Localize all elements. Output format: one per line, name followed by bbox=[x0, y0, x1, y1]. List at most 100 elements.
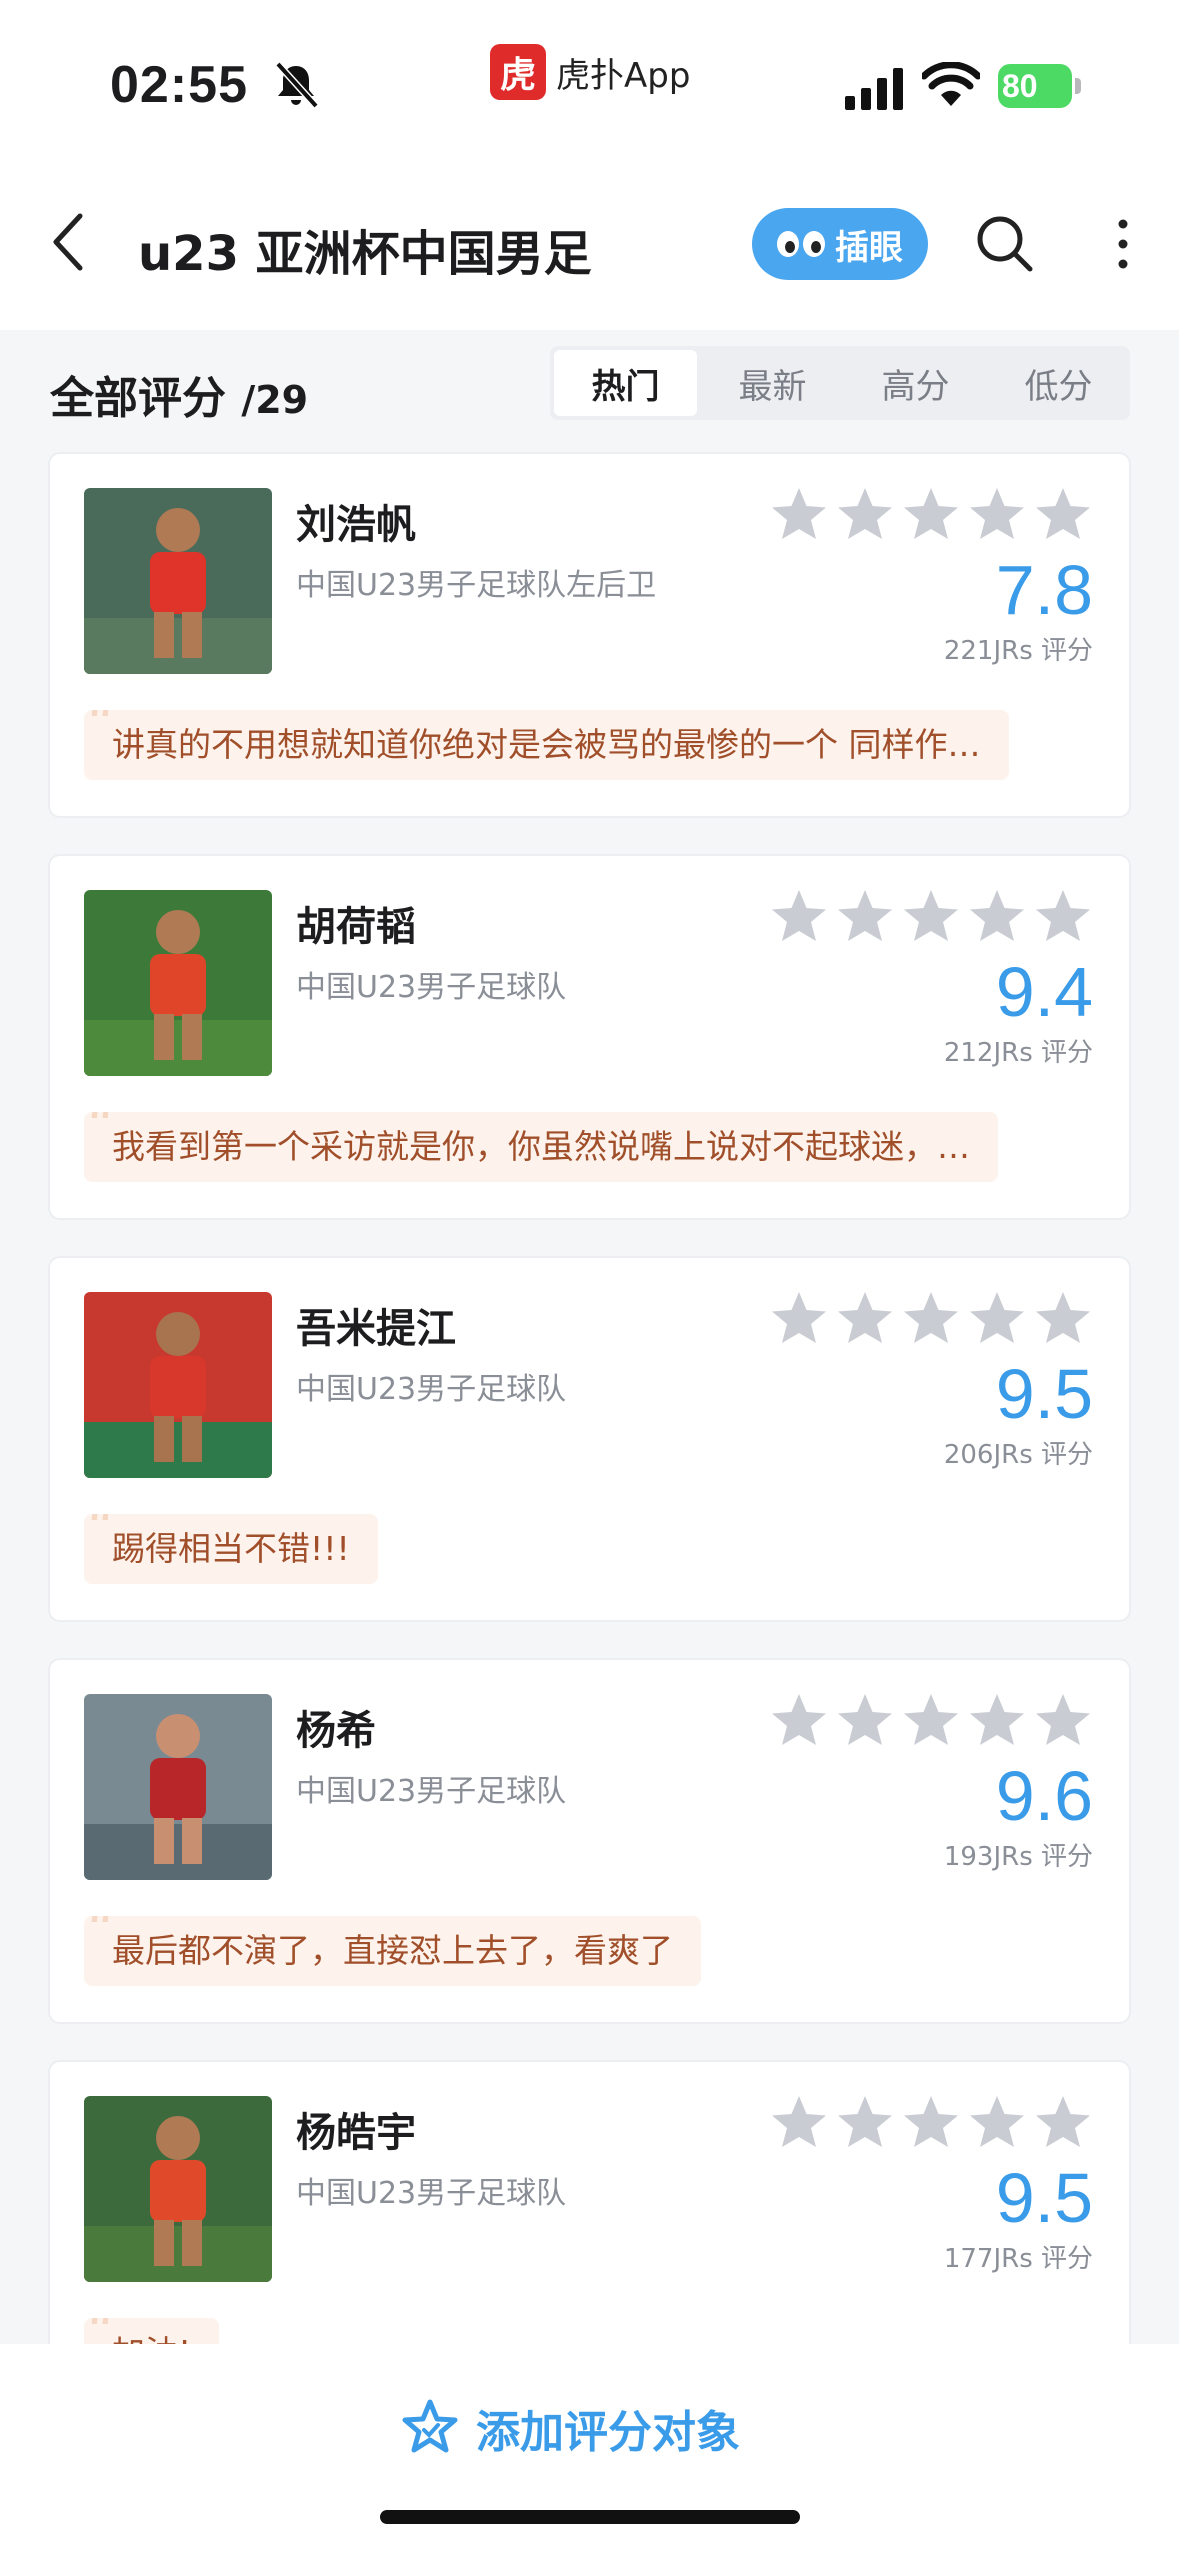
top-comment[interactable]: “ 讲真的不用想就知道你绝对是会被骂的最惨的一个 同样作… bbox=[84, 710, 1009, 780]
player-team: 中国U23男子足球队 bbox=[296, 1372, 567, 1407]
peek-button[interactable]: 插眼 bbox=[752, 208, 928, 280]
player-team: 中国U23男子足球队 bbox=[296, 970, 567, 1005]
star-icon[interactable] bbox=[1034, 2094, 1092, 2150]
star-icon[interactable] bbox=[902, 888, 960, 944]
tab-latest[interactable]: 最新 bbox=[701, 346, 844, 420]
star-rating[interactable] bbox=[770, 486, 1092, 542]
player-team: 中国U23男子足球队左后卫 bbox=[296, 568, 657, 603]
star-icon[interactable] bbox=[770, 888, 828, 944]
add-rating-object-button[interactable]: 添加评分对象 bbox=[400, 2388, 740, 2468]
player-avatar bbox=[84, 890, 272, 1076]
ratings-header: 全部评分 /29 热门 最新 高分 低分 bbox=[0, 330, 1179, 440]
vote-count: 212JRs 评分 bbox=[943, 1038, 1093, 1068]
player-name: 胡荷韬 bbox=[296, 904, 416, 950]
all-ratings-label: 全部评分 bbox=[50, 373, 226, 424]
player-score: 9.4 bbox=[995, 953, 1093, 1031]
star-icon[interactable] bbox=[1034, 1290, 1092, 1346]
star-icon[interactable] bbox=[902, 486, 960, 542]
tab-high-score[interactable]: 高分 bbox=[844, 346, 987, 420]
clock: 02:55 bbox=[110, 56, 248, 114]
star-icon[interactable] bbox=[902, 1290, 960, 1346]
quote-icon: “ bbox=[86, 1514, 115, 1562]
sort-tabs: 热门 最新 高分 低分 bbox=[550, 346, 1130, 420]
top-comment[interactable]: “ 最后都不演了，直接怼上去了，看爽了 bbox=[84, 1916, 701, 1986]
player-avatar bbox=[84, 2096, 272, 2282]
more-options-icon[interactable] bbox=[1108, 216, 1138, 272]
top-comment-text: 讲真的不用想就知道你绝对是会被骂的最惨的一个 同样作… bbox=[112, 725, 981, 764]
nav-bar: u23 亚洲杯中国男足 插眼 bbox=[0, 150, 1179, 330]
player-card[interactable]: 杨希 中国U23男子足球队 9.6 193JRs 评分 “ 最后都不演了，直接怼… bbox=[48, 1658, 1131, 2024]
player-team: 中国U23男子足球队 bbox=[296, 2176, 567, 2211]
star-icon[interactable] bbox=[770, 1290, 828, 1346]
star-icon[interactable] bbox=[836, 486, 894, 542]
page-title: u23 亚洲杯中国男足 bbox=[138, 226, 592, 282]
status-bar: 02:55 虎 虎扑App 80 bbox=[0, 0, 1179, 150]
peek-button-label: 插眼 bbox=[835, 227, 903, 268]
star-icon[interactable] bbox=[836, 1290, 894, 1346]
star-rating[interactable] bbox=[770, 888, 1092, 944]
home-indicator bbox=[380, 2510, 800, 2524]
back-arrow-icon[interactable] bbox=[48, 210, 92, 274]
player-name: 杨希 bbox=[296, 1708, 376, 1754]
signal-icon bbox=[845, 68, 903, 110]
star-add-icon bbox=[402, 2399, 458, 2453]
star-icon[interactable] bbox=[902, 2094, 960, 2150]
tab-hot[interactable]: 热门 bbox=[554, 350, 697, 416]
player-score: 9.6 bbox=[995, 1757, 1093, 1835]
top-comment[interactable]: “ 我看到第一个采访就是你，你虽然说嘴上说对不起球迷，… bbox=[84, 1112, 998, 1182]
quote-icon: “ bbox=[86, 1112, 115, 1160]
app-logo: 虎 bbox=[490, 44, 546, 100]
star-icon[interactable] bbox=[968, 1290, 1026, 1346]
vote-count: 193JRs 评分 bbox=[943, 1842, 1093, 1872]
star-icon[interactable] bbox=[968, 2094, 1026, 2150]
star-icon[interactable] bbox=[1034, 888, 1092, 944]
star-icon[interactable] bbox=[770, 2094, 828, 2150]
player-list: 刘浩帆 中国U23男子足球队左后卫 7.8 221JRs 评分 “ 讲真的不用想… bbox=[48, 452, 1131, 2462]
star-icon[interactable] bbox=[1034, 1692, 1092, 1748]
player-score: 9.5 bbox=[995, 2159, 1093, 2237]
top-comment-text: 踢得相当不错!!! bbox=[112, 1529, 350, 1568]
top-comment-text: 最后都不演了，直接怼上去了，看爽了 bbox=[112, 1931, 673, 1970]
star-icon[interactable] bbox=[1034, 486, 1092, 542]
top-comment[interactable]: “ 踢得相当不错!!! bbox=[84, 1514, 378, 1584]
add-rating-object-label: 添加评分对象 bbox=[476, 2407, 740, 2458]
star-icon[interactable] bbox=[968, 486, 1026, 542]
star-icon[interactable] bbox=[902, 1692, 960, 1748]
vote-count: 206JRs 评分 bbox=[943, 1440, 1093, 1470]
star-icon[interactable] bbox=[836, 2094, 894, 2150]
wifi-icon bbox=[922, 62, 980, 106]
bell-off-icon bbox=[275, 61, 319, 109]
star-rating[interactable] bbox=[770, 1290, 1092, 1346]
vote-count: 177JRs 评分 bbox=[943, 2244, 1093, 2274]
star-icon[interactable] bbox=[770, 486, 828, 542]
all-ratings-title: 全部评分 /29 bbox=[50, 362, 308, 426]
top-comment-text: 我看到第一个采访就是你，你虽然说嘴上说对不起球迷，… bbox=[112, 1127, 970, 1166]
player-card[interactable]: 胡荷韬 中国U23男子足球队 9.4 212JRs 评分 “ 我看到第一个采访就… bbox=[48, 854, 1131, 1220]
tab-low-score[interactable]: 低分 bbox=[987, 346, 1130, 420]
ratings-count: /29 bbox=[241, 378, 309, 422]
star-icon[interactable] bbox=[836, 888, 894, 944]
search-icon[interactable] bbox=[975, 214, 1033, 272]
player-avatar bbox=[84, 1694, 272, 1880]
star-icon[interactable] bbox=[836, 1692, 894, 1748]
star-icon[interactable] bbox=[968, 1692, 1026, 1748]
player-team: 中国U23男子足球队 bbox=[296, 1774, 567, 1809]
battery-level: 80 bbox=[998, 64, 1072, 108]
player-score: 9.5 bbox=[995, 1355, 1093, 1433]
player-name: 杨皓宇 bbox=[296, 2110, 416, 2156]
battery-icon: 80 bbox=[998, 64, 1082, 108]
eyes-icon bbox=[777, 231, 825, 257]
star-rating[interactable] bbox=[770, 2094, 1092, 2150]
star-icon[interactable] bbox=[770, 1692, 828, 1748]
player-card[interactable]: 刘浩帆 中国U23男子足球队左后卫 7.8 221JRs 评分 “ 讲真的不用想… bbox=[48, 452, 1131, 818]
app-name: 虎扑App bbox=[556, 55, 691, 96]
bottom-bar: 添加评分对象 bbox=[0, 2344, 1179, 2556]
star-icon[interactable] bbox=[968, 888, 1026, 944]
vote-count: 221JRs 评分 bbox=[943, 636, 1093, 666]
player-name: 刘浩帆 bbox=[296, 502, 416, 548]
star-rating[interactable] bbox=[770, 1692, 1092, 1748]
player-avatar bbox=[84, 488, 272, 674]
player-avatar bbox=[84, 1292, 272, 1478]
player-card[interactable]: 吾米提江 中国U23男子足球队 9.5 206JRs 评分 “ 踢得相当不错!!… bbox=[48, 1256, 1131, 1622]
quote-icon: “ bbox=[86, 1916, 115, 1964]
